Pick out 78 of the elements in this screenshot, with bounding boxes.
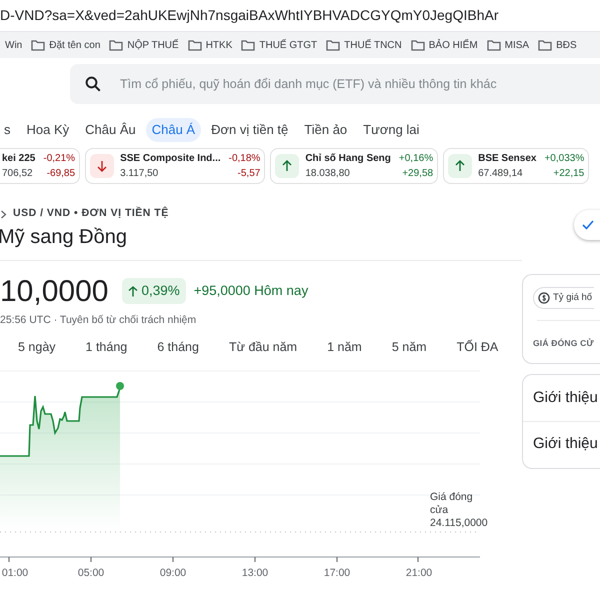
up-arrow-icon [128,286,138,296]
ticker-percent: +0,033% [544,152,584,166]
ticker-card[interactable]: kei 225 706,52 -0,21% -69,85 [0,148,80,184]
change-today: +95,0000 Hôm nay [194,282,308,300]
timestamp-text: 25:56 UTC · Tuyên bố từ chối trách nhiệm [0,313,198,328]
bookmark[interactable]: MISA [486,38,530,52]
ticker-change: +29,58 [402,167,434,181]
ticker-price: 3.117,50 [120,167,160,181]
bookmark[interactable]: THUẾ TNCN [326,38,402,52]
region-tab[interactable]: Đơn vị tiền tệ [205,118,294,142]
dollar-icon [538,292,550,304]
axis-label: 21:00 [406,566,432,581]
ticker-percent: -0,21% [43,152,76,166]
axis-label: 09:00 [160,566,186,581]
ticker-change: -5,57 [238,167,260,181]
ticker-card[interactable]: Chỉ số Hang Seng 18.038,80 +0,16% +29,58 [270,148,438,184]
about-heading[interactable]: Giới thiệu [533,433,598,456]
range-tab[interactable]: Từ đầu năm [222,336,304,359]
page-title: Mỹ sang Đồng [0,225,128,250]
axis-label: 13:00 [242,566,268,581]
region-tab[interactable]: Tương lai [357,118,426,142]
chevron-icon [0,210,7,218]
bookmark[interactable]: Win [5,38,22,52]
price-value: 10,0000 [0,274,108,310]
axis-label: 01:00 [2,566,28,581]
bookmark[interactable]: NỘP THUẾ [109,38,179,52]
range-tab[interactable]: TỐI ĐA [450,336,504,359]
ticker-price: 18.038,80 [305,167,351,181]
folder-icon [486,39,501,51]
folder-icon [410,39,425,51]
bookmark[interactable]: BĐS [538,38,577,52]
ticker-name: SSE Composite Ind... [120,152,221,166]
ticker-change: -69,85 [46,167,76,181]
folder-icon [538,39,552,51]
search-input[interactable]: Tìm cổ phiếu, quỹ hoán đổi danh mục (ETF) và nhiều thông tin khác [120,74,600,94]
ticker-name: Chỉ số Hang Seng [305,152,391,166]
url-text[interactable]: D-VND?sa=X&ved=2ahUKEwjNh7nsgaiBAxWhtIYBHVADCGYQmY0JegQIBhAr [0,5,498,26]
folder-icon [241,39,256,51]
previous-close-value: 24.115,0000 [430,516,489,530]
ticker-price: 706,52 [2,167,34,181]
range-tab[interactable]: 1 tháng [80,336,134,359]
ticker-percent: +0,16% [398,152,434,166]
range-tab[interactable]: 5 ngày [12,336,62,359]
about-heading[interactable]: Giới thiệu [533,386,598,410]
folder-icon [31,39,46,51]
range-tab[interactable]: 1 năm [321,336,368,359]
section-label: GIÁ ĐÓNG CỬ [533,337,594,350]
ticker-card[interactable]: BSE Sensex 67.489,14 +0,033% +22,15 [443,148,590,184]
ticker-change: +22,15 [553,167,584,181]
bookmark[interactable]: BẢO HIỂM [410,38,478,52]
folder-icon [109,39,124,51]
search-icon [84,75,102,93]
range-tab[interactable]: 5 năm [386,336,433,359]
axis-label: 05:00 [78,566,104,581]
ticker-name: BSE Sensex [478,152,536,166]
region-tab[interactable]: s [0,118,16,142]
region-tab[interactable]: Hoa Kỳ [20,118,76,142]
breadcrumb[interactable]: USD / VND • ĐƠN VỊ TIỀN TỆ [13,206,169,222]
ticker-percent: -0,18% [228,152,260,166]
axis-label: 17:00 [324,566,350,581]
ticker-price: 67.489,14 [478,167,524,181]
folder-icon [326,39,340,51]
bookmark[interactable]: HTKK [188,38,232,52]
ticker-card[interactable]: SSE Composite Ind... 3.117,50 -0,18% -5,57 [85,148,266,184]
bookmark[interactable]: THUẾ GTGT [241,38,318,52]
region-tab[interactable]: Châu Âu [79,118,142,142]
region-tab[interactable]: Châu Á [146,118,202,142]
exchange-rate-chip[interactable]: Tỷ giá hố [533,287,594,309]
folder-icon [188,39,202,51]
current-point [116,382,124,390]
range-tab[interactable]: 6 tháng [151,336,205,359]
region-tab[interactable]: Tiền ảo [298,118,354,142]
bookmark[interactable]: Đặt tên con [31,38,100,52]
search-field[interactable]: Tìm cổ phiếu, quỹ hoán đổi danh mục (ETF) và nhiều thông tin khác [70,64,600,104]
previous-close-label: Giá đóng cửa [430,490,474,517]
ticker-name: kei 225 [2,152,36,166]
change-badge: 0,39% [122,278,186,304]
check-icon [582,220,594,230]
